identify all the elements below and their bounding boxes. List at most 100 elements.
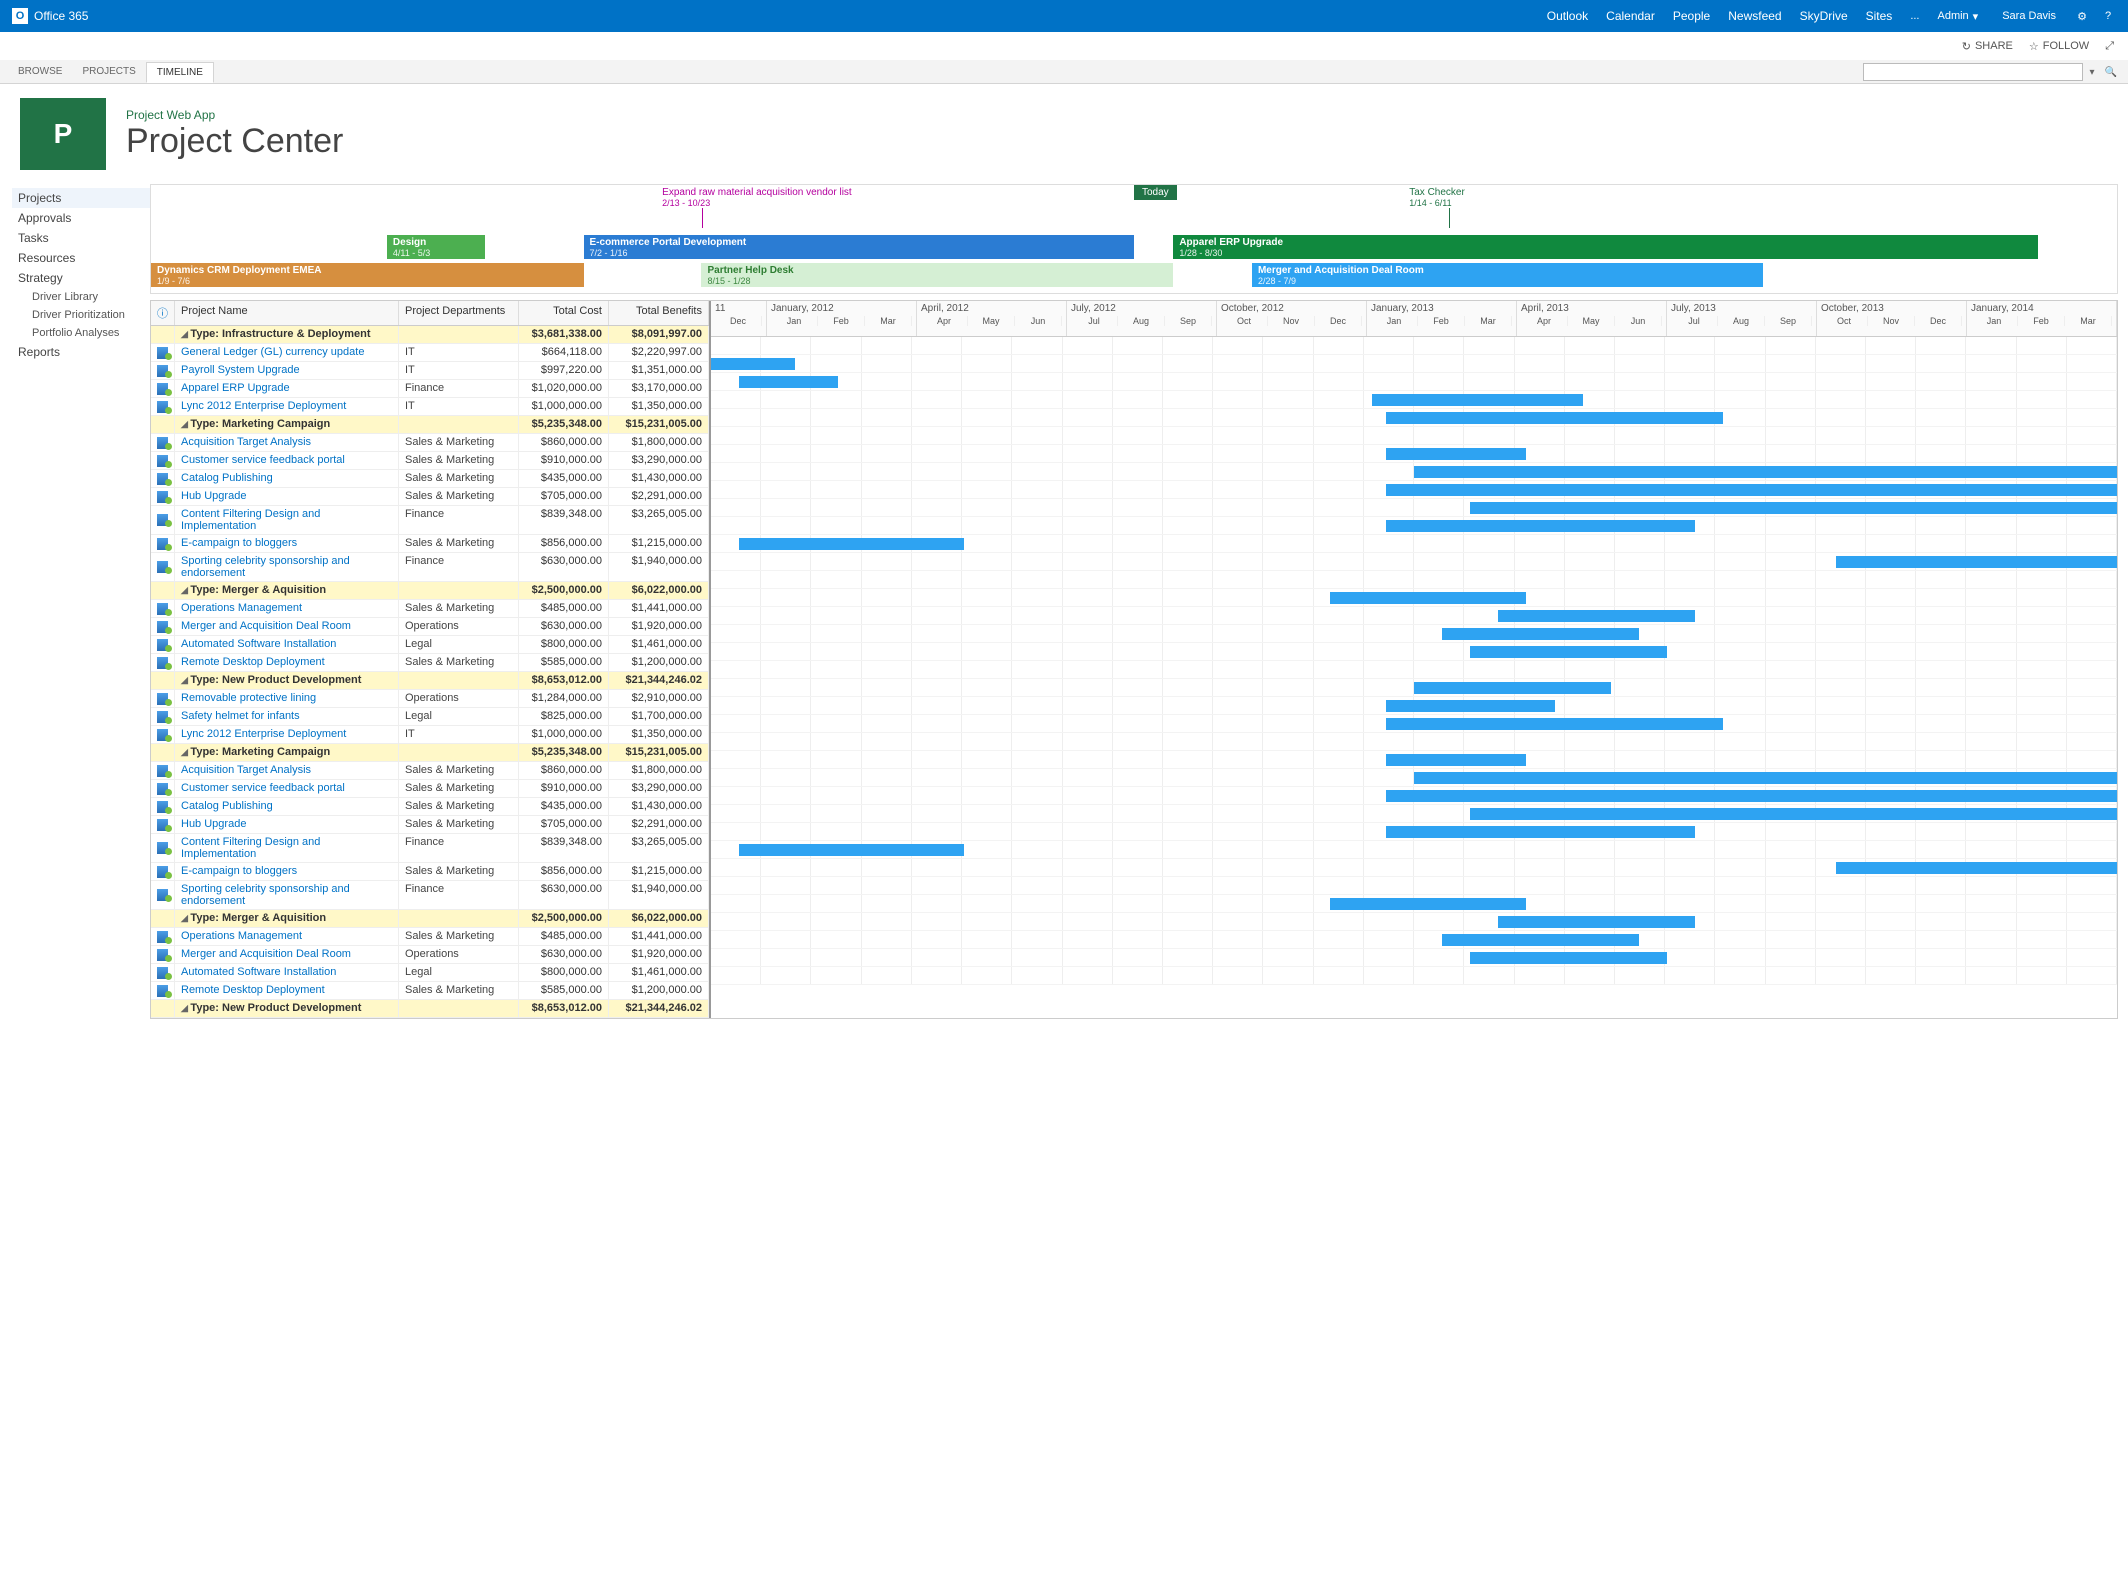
gantt-bar[interactable]	[1470, 952, 1667, 964]
project-name-cell[interactable]: Customer service feedback portal	[175, 452, 399, 469]
project-row[interactable]: Hub UpgradeSales & Marketing$705,000.00$…	[151, 816, 709, 834]
gantt-bar[interactable]	[1470, 502, 2117, 514]
timeline-bar[interactable]: Merger and Acquisition Deal Room2/28 - 7…	[1252, 263, 1763, 287]
project-name-cell[interactable]: Automated Software Installation	[175, 636, 399, 653]
group-header-row[interactable]: Type: Marketing Campaign$5,235,348.00$15…	[151, 416, 709, 434]
gantt-bar[interactable]	[1330, 898, 1527, 910]
help-icon[interactable]: ?	[2100, 8, 2116, 24]
gantt-bar[interactable]	[1386, 754, 1527, 766]
gantt-bar[interactable]	[739, 844, 964, 856]
project-name-cell[interactable]: E-campaign to bloggers	[175, 863, 399, 880]
project-name-cell[interactable]: Remote Desktop Deployment	[175, 654, 399, 671]
project-row[interactable]: Acquisition Target AnalysisSales & Marke…	[151, 434, 709, 452]
project-name-cell[interactable]: Lync 2012 Enterprise Deployment	[175, 398, 399, 415]
project-row[interactable]: Safety helmet for infantsLegal$825,000.0…	[151, 708, 709, 726]
project-row[interactable]: Catalog PublishingSales & Marketing$435,…	[151, 470, 709, 488]
suite-brand[interactable]: O Office 365	[12, 8, 88, 24]
project-name-cell[interactable]: Hub Upgrade	[175, 816, 399, 833]
gantt-bar[interactable]	[1386, 484, 2117, 496]
project-row[interactable]: Content Filtering Design and Implementat…	[151, 834, 709, 863]
gantt-bar[interactable]	[1330, 592, 1527, 604]
gantt-bar[interactable]	[1470, 808, 2117, 820]
group-header-row[interactable]: Type: Infrastructure & Deployment$3,681,…	[151, 326, 709, 344]
ribbon-tab-projects[interactable]: PROJECTS	[72, 62, 145, 83]
project-name-cell[interactable]: Payroll System Upgrade	[175, 362, 399, 379]
project-name-cell[interactable]: Merger and Acquisition Deal Room	[175, 946, 399, 963]
gantt-bar[interactable]	[1386, 700, 1555, 712]
col-header-benefits[interactable]: Total Benefits	[609, 301, 709, 325]
gantt-bar[interactable]	[1386, 826, 1695, 838]
focus-content-icon[interactable]: ⤢	[2105, 40, 2114, 53]
project-row[interactable]: Apparel ERP UpgradeFinance$1,020,000.00$…	[151, 380, 709, 398]
suite-link-more[interactable]: ...	[1910, 10, 1919, 22]
project-name-cell[interactable]: Sporting celebrity sponsorship and endor…	[175, 553, 399, 581]
gantt-bar[interactable]	[1386, 412, 1723, 424]
col-header-dept[interactable]: Project Departments	[399, 301, 519, 325]
group-header-row[interactable]: Type: New Product Development$8,653,012.…	[151, 672, 709, 690]
ribbon-tab-browse[interactable]: BROWSE	[8, 62, 72, 83]
gantt-bar[interactable]	[739, 376, 837, 388]
project-row[interactable]: Automated Software InstallationLegal$800…	[151, 964, 709, 982]
gantt-bar[interactable]	[1442, 628, 1639, 640]
project-name-cell[interactable]: General Ledger (GL) currency update	[175, 344, 399, 361]
project-name-cell[interactable]: Customer service feedback portal	[175, 780, 399, 797]
project-row[interactable]: Automated Software InstallationLegal$800…	[151, 636, 709, 654]
gantt-bar[interactable]	[711, 358, 795, 370]
project-row[interactable]: Remote Desktop DeploymentSales & Marketi…	[151, 982, 709, 1000]
group-header-row[interactable]: Type: New Product Development$8,653,012.…	[151, 1000, 709, 1018]
project-row[interactable]: Catalog PublishingSales & Marketing$435,…	[151, 798, 709, 816]
search-dropdown-icon[interactable]: ▾	[2087, 67, 2098, 78]
project-row[interactable]: Payroll System UpgradeIT$997,220.00$1,35…	[151, 362, 709, 380]
project-row[interactable]: Sporting celebrity sponsorship and endor…	[151, 553, 709, 582]
project-name-cell[interactable]: Lync 2012 Enterprise Deployment	[175, 726, 399, 743]
nav-item-driver-prioritization[interactable]: Driver Prioritization	[12, 306, 150, 324]
gantt-bar[interactable]	[1386, 718, 1723, 730]
nav-item-driver-library[interactable]: Driver Library	[12, 288, 150, 306]
suite-link-newsfeed[interactable]: Newsfeed	[1728, 9, 1781, 23]
gear-icon[interactable]: ⚙	[2074, 8, 2090, 24]
timeline-bar[interactable]: Design4/11 - 5/3	[387, 235, 485, 259]
project-row[interactable]: Remote Desktop DeploymentSales & Marketi…	[151, 654, 709, 672]
timeline-strip[interactable]: Today Expand raw material acquisition ve…	[150, 184, 2118, 294]
user-name[interactable]: Sara Davis	[2002, 10, 2056, 22]
project-name-cell[interactable]: E-campaign to bloggers	[175, 535, 399, 552]
gantt-bar[interactable]	[1414, 466, 2117, 478]
project-name-cell[interactable]: Remote Desktop Deployment	[175, 982, 399, 999]
suite-link-sites[interactable]: Sites	[1866, 9, 1893, 23]
project-name-cell[interactable]: Apparel ERP Upgrade	[175, 380, 399, 397]
suite-link-people[interactable]: People	[1673, 9, 1710, 23]
project-name-cell[interactable]: Acquisition Target Analysis	[175, 762, 399, 779]
group-header-row[interactable]: Type: Merger & Aquisition$2,500,000.00$6…	[151, 910, 709, 928]
search-icon[interactable]: 🔍	[2102, 67, 2120, 78]
project-name-cell[interactable]: Merger and Acquisition Deal Room	[175, 618, 399, 635]
project-row[interactable]: Merger and Acquisition Deal RoomOperatio…	[151, 618, 709, 636]
share-button[interactable]: ↻ SHARE	[1962, 40, 2013, 53]
group-header-row[interactable]: Type: Marketing Campaign$5,235,348.00$15…	[151, 744, 709, 762]
project-row[interactable]: General Ledger (GL) currency updateIT$66…	[151, 344, 709, 362]
gantt-bar[interactable]	[1836, 556, 2117, 568]
gantt-bar[interactable]	[1498, 916, 1695, 928]
gantt-bar[interactable]	[1836, 862, 2117, 874]
nav-item-approvals[interactable]: Approvals	[12, 208, 150, 228]
project-name-cell[interactable]: Operations Management	[175, 928, 399, 945]
follow-button[interactable]: ☆ FOLLOW	[2029, 40, 2089, 53]
search-input[interactable]	[1863, 63, 2083, 81]
timeline-callout[interactable]: Expand raw material acquisition vendor l…	[662, 187, 852, 228]
nav-item-portfolio-analyses[interactable]: Portfolio Analyses	[12, 324, 150, 342]
project-name-cell[interactable]: Sporting celebrity sponsorship and endor…	[175, 881, 399, 909]
project-row[interactable]: Customer service feedback portalSales & …	[151, 780, 709, 798]
timeline-bar[interactable]: Partner Help Desk8/15 - 1/28	[701, 263, 1173, 287]
nav-item-projects[interactable]: Projects	[12, 188, 150, 208]
col-header-info[interactable]: ⓘ	[151, 301, 175, 325]
project-name-cell[interactable]: Acquisition Target Analysis	[175, 434, 399, 451]
gantt-bar[interactable]	[1372, 394, 1583, 406]
timeline-bar[interactable]: E-commerce Portal Development7/2 - 1/16	[584, 235, 1134, 259]
suite-link-outlook[interactable]: Outlook	[1547, 9, 1588, 23]
project-row[interactable]: Operations ManagementSales & Marketing$4…	[151, 600, 709, 618]
breadcrumb[interactable]: Project Web App	[126, 108, 343, 122]
gantt-pane[interactable]: 11DecJanuary, 2012JanFebMarApril, 2012Ap…	[711, 301, 2117, 1018]
timeline-bar[interactable]: Apparel ERP Upgrade1/28 - 8/30	[1173, 235, 2038, 259]
project-row[interactable]: Sporting celebrity sponsorship and endor…	[151, 881, 709, 910]
gantt-bar[interactable]	[739, 538, 964, 550]
project-row[interactable]: Content Filtering Design and Implementat…	[151, 506, 709, 535]
